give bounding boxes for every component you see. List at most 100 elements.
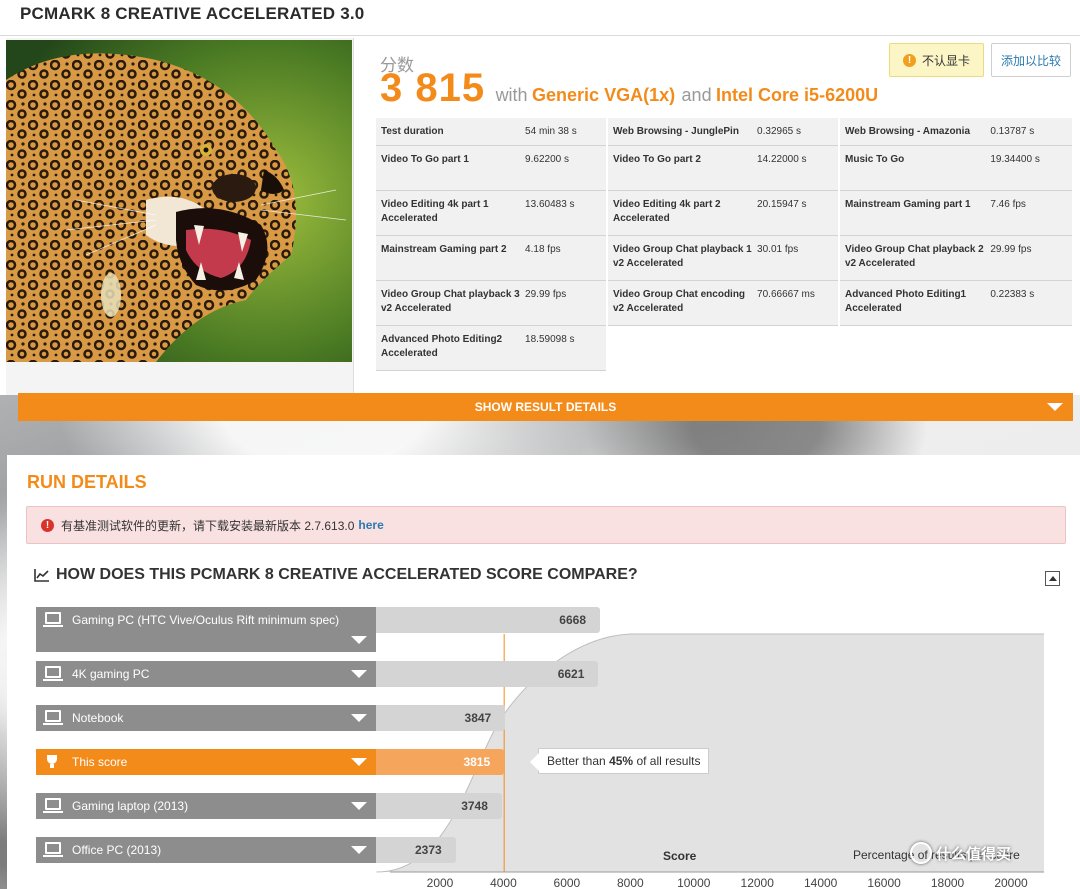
chevron-down-icon[interactable] xyxy=(351,670,367,678)
result-value: 54 min 38 s xyxy=(525,126,577,137)
with-text: with xyxy=(495,85,528,105)
empty-cell xyxy=(608,326,838,371)
show-result-details-button[interactable]: SHOW RESULT DETAILS xyxy=(18,393,1073,421)
result-name: Advanced Photo Editing1 Accelerated xyxy=(845,289,967,314)
comparison-label[interactable]: Gaming PC (HTC Vive/Oculus Rift minimum … xyxy=(36,607,376,652)
comparison-label-text: This score xyxy=(72,755,128,769)
result-item: Test duration 54 min 38 s xyxy=(376,118,606,146)
monitor-icon xyxy=(43,666,63,681)
comparison-bar: 6621 xyxy=(376,661,599,687)
result-details-grid: Test duration 54 min 38 s Web Browsing - J… xyxy=(376,118,1072,371)
comparison-bar: 3847 xyxy=(376,705,506,731)
comparison-label[interactable]: Office PC (2013) xyxy=(36,837,376,863)
chevron-down-icon[interactable] xyxy=(351,846,367,854)
result-item: Video Editing 4k part 1 Accelerated 13.60… xyxy=(376,191,606,236)
result-header-card: PCMARK 8 CREATIVE ACCELERATED 3.0 分数 3 8… xyxy=(0,0,1080,395)
laptop-icon xyxy=(43,798,63,813)
result-name: Video Editing 4k part 1 Accelerated xyxy=(381,199,489,224)
unrecognized-gpu-label: 不认显卡 xyxy=(921,53,970,68)
result-item: Video To Go part 1 9.62200 s xyxy=(376,146,606,191)
result-name: Video Group Chat playback 1 v2 Accelerat… xyxy=(613,244,752,269)
benchmark-image-frame xyxy=(6,38,354,395)
result-item: Video To Go part 2 14.22000 s xyxy=(608,146,838,191)
score-compare-heading: HOW DOES THIS PCMARK 8 CREATIVE ACCELERA… xyxy=(56,566,638,583)
result-item: Music To Go 19.34400 s xyxy=(840,146,1072,191)
result-value: 7.46 fps xyxy=(990,199,1026,210)
result-name: Web Browsing - Amazonia xyxy=(845,126,971,137)
result-name: Advanced Photo Editing2 Accelerated xyxy=(381,334,503,359)
comparison-bar: 2373 xyxy=(376,837,456,863)
result-value: 19.34400 s xyxy=(990,154,1040,165)
line-chart-icon xyxy=(34,569,49,582)
update-alert: ! 有基准测试软件的更新，请下载安装最新版本 2.7.613.0 here xyxy=(26,506,1066,544)
score-value: 3 815 xyxy=(380,66,486,110)
comparison-label-text: 4K gaming PC xyxy=(72,667,150,681)
result-item: Advanced Photo Editing2 Accelerated 18.59… xyxy=(376,326,606,371)
result-item: Advanced Photo Editing1 Accelerated 0.223… xyxy=(840,281,1072,326)
result-name: Mainstream Gaming part 1 xyxy=(845,199,971,210)
show-result-details-label: SHOW RESULT DETAILS xyxy=(474,400,617,414)
result-name: Web Browsing - JunglePin xyxy=(613,126,739,137)
result-value: 70.66667 ms xyxy=(757,289,815,300)
chevron-down-icon[interactable] xyxy=(351,802,367,810)
result-value: 0.32965 s xyxy=(757,126,801,137)
chevron-up-icon xyxy=(1048,576,1057,581)
comparison-label-text: Gaming PC (HTC Vive/Oculus Rift minimum … xyxy=(72,613,340,627)
result-value: 0.13787 s xyxy=(990,126,1035,137)
result-item: Video Group Chat playback 1 v2 Accelerat… xyxy=(608,236,838,281)
result-name: Music To Go xyxy=(845,154,905,165)
unrecognized-gpu-button[interactable]: ! 不认显卡 xyxy=(889,43,984,77)
result-name: Video To Go part 2 xyxy=(613,154,701,165)
comparison-label-text: Notebook xyxy=(72,711,124,725)
result-name: Test duration xyxy=(381,126,444,137)
update-alert-text: 有基准测试软件的更新，请下载安装最新版本 2.7.613.0 xyxy=(61,518,355,533)
comparison-label[interactable]: 4K gaming PC xyxy=(36,661,376,687)
score-summary: 3 815 with Generic VGA(1x) and Intel Cor… xyxy=(380,66,878,111)
page-title: PCMARK 8 CREATIVE ACCELERATED 3.0 xyxy=(20,4,365,23)
download-link[interactable]: here xyxy=(358,518,383,532)
comparison-bar: 3748 xyxy=(376,793,502,819)
score-compare-title: HOW DOES THIS PCMARK 8 CREATIVE ACCELERA… xyxy=(34,566,638,584)
comparison-label-text: Gaming laptop (2013) xyxy=(72,799,189,813)
gpu-link[interactable]: Generic VGA(1x) xyxy=(532,85,675,105)
chevron-down-icon[interactable] xyxy=(351,636,367,644)
result-value: 9.62200 s xyxy=(525,154,569,165)
comparison-label[interactable]: Gaming laptop (2013) xyxy=(36,793,376,819)
result-item: Video Editing 4k part 2 Accelerated 20.15… xyxy=(608,191,838,236)
result-item: Video Group Chat encoding v2 Accelerated… xyxy=(608,281,838,326)
result-value: 29.99 fps xyxy=(990,244,1032,255)
comparison-bar: 6668 xyxy=(376,607,600,633)
result-value: 20.15947 s xyxy=(757,199,807,210)
result-name: Mainstream Gaming part 2 xyxy=(381,244,507,255)
chevron-down-icon[interactable] xyxy=(351,714,367,722)
result-item: Web Browsing - JunglePin 0.32965 s xyxy=(608,118,838,146)
cpu-link[interactable]: Intel Core i5-6200U xyxy=(716,85,878,105)
run-details-title: RUN DETAILS xyxy=(27,472,147,492)
result-item: Mainstream Gaming part 1 7.46 fps xyxy=(840,191,1072,236)
and-text: and xyxy=(681,85,712,105)
laptop-icon xyxy=(43,710,63,725)
monitor-icon xyxy=(43,612,63,627)
collapse-button[interactable] xyxy=(1045,571,1060,586)
result-value: 4.18 fps xyxy=(525,244,561,255)
comparison-label[interactable]: This score xyxy=(36,749,376,775)
result-value: 29.99 fps xyxy=(525,289,567,300)
result-name: Video To Go part 1 xyxy=(381,154,469,165)
result-name: Video Group Chat encoding v2 Accelerated xyxy=(613,289,746,314)
result-item: Video Group Chat playback 3 v2 Accelerat… xyxy=(376,281,606,326)
title-divider xyxy=(0,35,1080,36)
result-value: 0.22383 s xyxy=(990,289,1035,300)
warning-icon: ! xyxy=(902,53,916,67)
result-value: 13.60483 s xyxy=(525,199,575,210)
chevron-down-icon[interactable] xyxy=(351,758,367,766)
comparison-label-text: Office PC (2013) xyxy=(72,843,162,857)
result-name: Video Group Chat playback 3 v2 Accelerat… xyxy=(381,289,520,314)
error-icon: ! xyxy=(41,518,54,532)
comparison-label[interactable]: Notebook xyxy=(36,705,376,731)
empty-cell xyxy=(840,326,1072,371)
leopard-image xyxy=(6,40,352,362)
add-to-compare-button[interactable]: 添加以比较 xyxy=(991,43,1071,77)
comparison-bar: 3815 xyxy=(376,749,505,775)
result-name: Video Editing 4k part 2 Accelerated xyxy=(613,199,721,224)
result-value: 18.59098 s xyxy=(525,334,575,345)
